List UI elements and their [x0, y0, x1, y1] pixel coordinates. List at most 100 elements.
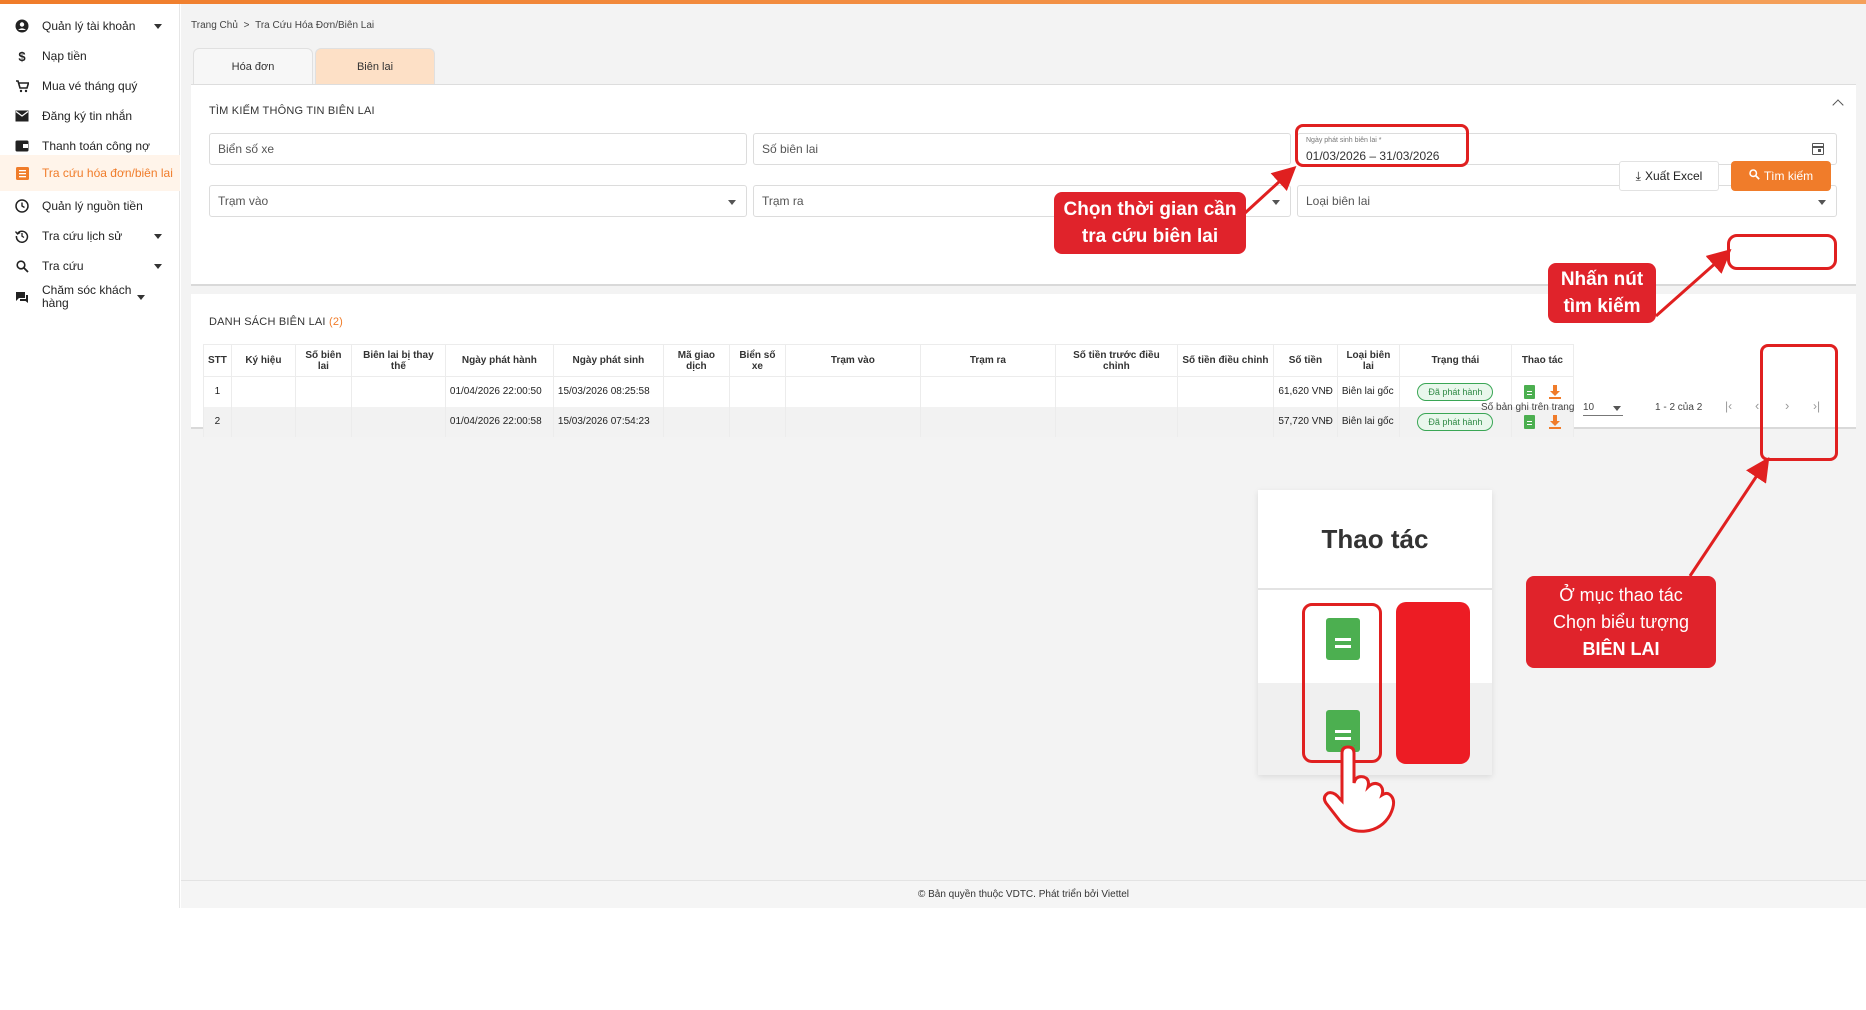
column-header: Mã giao dịch	[662, 344, 730, 377]
prev-page-icon[interactable]: ‹	[1755, 398, 1759, 413]
plate-input[interactable]: Biển số xe	[209, 133, 747, 165]
cell-adjustment	[1176, 376, 1274, 407]
zoom-header: Thao tác	[1258, 490, 1492, 590]
column-header: Biển số xe	[728, 344, 786, 377]
receipt-type-placeholder: Loại biên lai	[1306, 194, 1371, 208]
status-badge: Đã phát hành	[1417, 382, 1494, 401]
sidebar-item-topup[interactable]: $ Nạp tiền	[0, 40, 180, 72]
cell-station-in	[784, 406, 921, 437]
station-in-select[interactable]: Trạm vào	[209, 185, 747, 217]
tab-receipt[interactable]: Biên lai	[315, 48, 435, 84]
plate-placeholder: Biển số xe	[218, 142, 275, 156]
cell-receipt-no	[294, 406, 352, 437]
sidebar-item-ticket[interactable]: Mua vé tháng quý	[0, 70, 180, 102]
breadcrumb-separator: >	[243, 20, 250, 31]
callout-text: Ở mục thao tác	[1559, 584, 1683, 605]
cell-station-out	[919, 376, 1056, 407]
sidebar-item-history[interactable]: Tra cứu lịch sử	[0, 220, 180, 252]
table-row: 2 01/04/2026 22:00:58 15/03/2026 07:54:2…	[203, 406, 1574, 437]
sidebar-item-label: Thanh toán công nợ	[42, 138, 150, 153]
column-header: Trạng thái	[1398, 344, 1512, 377]
column-header: Trạm vào	[784, 344, 921, 377]
column-header: Số biên lai	[294, 344, 352, 377]
download-icon[interactable]	[1548, 384, 1561, 399]
cell-stt: 2	[203, 406, 232, 437]
footer: © Bản quyền thuộc VDTC. Phát triển bởi V…	[181, 880, 1866, 908]
chevron-down-icon	[1818, 200, 1826, 205]
column-header: Ngày phát hành	[444, 344, 554, 377]
chat-icon	[14, 289, 30, 305]
search-icon	[1749, 169, 1760, 183]
column-header: Loại biên lai	[1336, 344, 1400, 377]
cell-occur-date: 15/03/2026 07:54:23	[552, 406, 664, 437]
column-header: STT	[203, 344, 232, 377]
download-icon[interactable]	[1548, 414, 1561, 429]
calendar-icon[interactable]	[1812, 143, 1824, 155]
receipt-list-icon	[14, 165, 30, 181]
sidebar-item-label: Tra cứu	[42, 258, 84, 273]
status-badge: Đã phát hành	[1417, 412, 1494, 431]
first-page-icon[interactable]: |‹	[1725, 399, 1732, 413]
per-page-value: 10	[1583, 402, 1595, 413]
sidebar: Quản lý tài khoản $ Nạp tiền Mua vé thán…	[0, 4, 180, 908]
column-header: Biên lai bị thay thế	[350, 344, 446, 377]
date-highlight-box	[1295, 124, 1469, 167]
receipt-document-icon[interactable]	[1523, 384, 1535, 399]
tab-invoice[interactable]: Hóa đơn	[193, 48, 313, 84]
chevron-down-icon	[154, 233, 162, 239]
receipt-number-input[interactable]: Số biên lai	[753, 133, 1291, 165]
sidebar-item-sms[interactable]: Đăng ký tin nhắn	[0, 100, 180, 132]
cell-plate	[728, 406, 786, 437]
chevron-down-icon	[1613, 406, 1621, 411]
receipt-document-icon[interactable]	[1523, 414, 1535, 429]
cell-symbol	[230, 406, 296, 437]
search-button-label: Tìm kiếm	[1763, 169, 1814, 183]
clock-money-icon	[14, 198, 30, 214]
cell-occur-date: 15/03/2026 08:25:58	[552, 376, 664, 407]
chevron-down-icon	[137, 294, 145, 300]
cell-issue-date: 01/04/2026 22:00:50	[444, 376, 554, 407]
cell-replaced	[350, 406, 446, 437]
export-excel-label: Xuất Excel	[1644, 169, 1703, 183]
column-header: Số tiền điều chỉnh	[1176, 344, 1274, 377]
station-in-placeholder: Trạm vào	[218, 194, 269, 208]
sidebar-item-label: Quản lý nguồn tiền	[42, 198, 143, 213]
sidebar-item-fund-source[interactable]: Quản lý nguồn tiền	[0, 190, 180, 222]
per-page-select[interactable]: 10	[1583, 402, 1623, 416]
search-button[interactable]: Tìm kiếm	[1731, 161, 1831, 191]
cell-amount-before	[1054, 406, 1178, 437]
sidebar-item-customer-care[interactable]: Chăm sóc khách hàng	[0, 276, 180, 318]
zoom-icon-highlight-box	[1302, 603, 1382, 763]
export-excel-button[interactable]: ⤓ Xuất Excel	[1619, 161, 1719, 191]
sidebar-item-account[interactable]: Quản lý tài khoản	[0, 10, 180, 42]
chevron-up-icon[interactable]	[1832, 99, 1844, 111]
receipt-table: STT Ký hiệu Số biên lai Biên lai bị thay…	[203, 344, 1574, 437]
callout-text: Chọn biểu tượng	[1553, 611, 1689, 632]
sidebar-item-receipt-lookup[interactable]: Tra cứu hóa đơn/biên lai	[0, 155, 180, 191]
cell-receipt-no	[294, 376, 352, 407]
breadcrumb-home[interactable]: Trang Chủ	[191, 20, 238, 31]
cell-adjustment	[1176, 406, 1274, 437]
column-header: Ngày phát sinh	[552, 344, 664, 377]
callout-text: BIÊN LAI	[1582, 638, 1660, 659]
cell-issue-date: 01/04/2026 22:00:58	[444, 406, 554, 437]
cart-icon	[14, 78, 30, 94]
column-header: Ký hiệu	[230, 344, 296, 377]
callout-choose-receipt-icon: Ở mục thao tác Chọn biểu tượng BIÊN LAI	[1526, 576, 1716, 668]
search-highlight-box	[1727, 234, 1837, 270]
cell-transaction-id	[662, 406, 730, 437]
callout-select-date: Chọn thời gian cần tra cứu biên lai	[1054, 192, 1246, 254]
column-header: Số tiền	[1272, 344, 1338, 377]
cell-receipt-type: Biên lai gốc	[1336, 376, 1400, 407]
cell-stt: 1	[203, 376, 232, 407]
column-header: Số tiền trước điều chỉnh	[1054, 344, 1178, 377]
table-row: 1 01/04/2026 22:00:50 15/03/2026 08:25:5…	[203, 376, 1574, 407]
chevron-down-icon	[728, 200, 736, 205]
list-title: DANH SÁCH BIÊN LAI (2)	[209, 316, 343, 328]
main-content: Trang Chủ > Tra Cứu Hóa Đơn/Biên Lai Hóa…	[181, 4, 1866, 908]
download-icon: ⤓	[1635, 168, 1641, 183]
cell-station-out	[919, 406, 1056, 437]
cell-symbol	[230, 376, 296, 407]
search-icon	[14, 258, 30, 274]
mail-icon	[14, 108, 30, 124]
